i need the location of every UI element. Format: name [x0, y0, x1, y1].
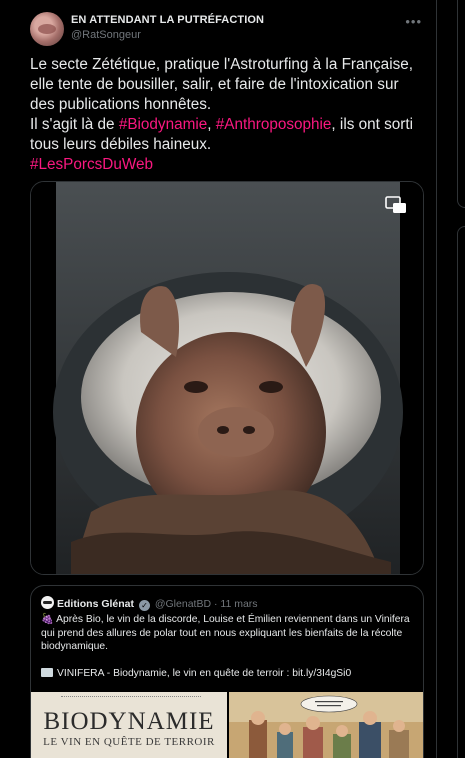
tweet-text-line1: Le secte Zététique, pratique l'Astroturf…: [30, 56, 418, 113]
separator-dot: ·: [213, 598, 218, 610]
cover-subtitle: LE VIN EN QUÊTE DE TERROIR: [43, 736, 215, 748]
comic-panel-illustration: [229, 692, 423, 758]
hashtag-lesporcsduweb[interactable]: #LesPorcsDuWeb: [30, 155, 425, 175]
expand-media-icon[interactable]: [385, 196, 407, 214]
book-emoji-icon: [41, 667, 53, 677]
hashtag-biodynamie[interactable]: #Biodynamie: [119, 116, 207, 133]
quoted-image-cover[interactable]: BIODYNAMIE LE VIN EN QUÊTE DE TERROIR: [31, 692, 227, 758]
tweet-media-video[interactable]: [30, 181, 424, 575]
quoted-paragraph-2: VINIFERA - Biodynamie, le vin en quête d…: [41, 667, 417, 681]
quoted-paragraph-1: 🍇 Après Bio, le vin de la discorde, Loui…: [41, 613, 417, 654]
quoted-image-comic-page[interactable]: [229, 692, 423, 758]
quoted-tweet[interactable]: Editions Glénat ✓ @GlenatBD · 11 mars 🍇 …: [30, 585, 424, 758]
right-panel-edge: [457, 226, 465, 758]
text-segment: Il s'agit là de: [30, 116, 119, 133]
avatar[interactable]: [30, 12, 64, 46]
cover-authors-line: [61, 696, 201, 699]
cover-title: BIODYNAMIE: [43, 708, 215, 735]
text-segment: ,: [207, 116, 216, 133]
user-handle[interactable]: @RatSongeur: [71, 29, 141, 41]
grape-emoji-icon: 🍇: [41, 614, 54, 625]
hashtag-anthroposophie[interactable]: #Anthroposophie: [216, 116, 332, 133]
media-image: [31, 182, 423, 574]
display-name[interactable]: EN ATTENDANT LA PUTRÉFACTION: [71, 14, 264, 26]
tweet-text-line2: Il s'agit là de #Biodynamie, #Anthroposo…: [30, 115, 425, 155]
quoted-date[interactable]: 11 mars: [220, 598, 257, 610]
more-icon[interactable]: •••: [405, 14, 422, 29]
quoted-avatar[interactable]: [41, 596, 54, 609]
quoted-display-name[interactable]: Editions Glénat: [57, 598, 134, 610]
quoted-tweet-text: 🍇 Après Bio, le vin de la discorde, Loui…: [41, 613, 417, 680]
right-panel-edge: [457, 0, 465, 208]
quoted-tweet-header: Editions Glénat ✓ @GlenatBD · 11 mars: [41, 596, 258, 611]
text-segment: Après Bio, le vin de la discorde, Louise…: [41, 614, 413, 652]
timeline-column: EN ATTENDANT LA PUTRÉFACTION @RatSongeur…: [0, 0, 437, 758]
verified-badge-icon: ✓: [138, 600, 150, 611]
tweet-text: Le secte Zététique, pratique l'Astroturf…: [30, 55, 425, 175]
quoted-handle[interactable]: @GlenatBD: [155, 598, 211, 610]
tweet-header: EN ATTENDANT LA PUTRÉFACTION @RatSongeur…: [14, 10, 422, 46]
text-segment: VINIFERA - Biodynamie, le vin en quête d…: [57, 667, 352, 679]
